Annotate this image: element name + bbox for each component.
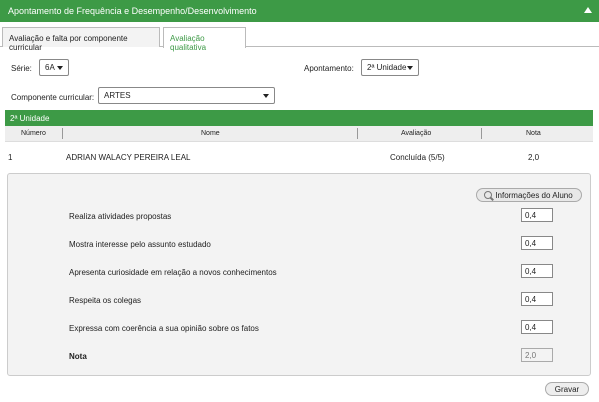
nota-total-label: Nota: [69, 352, 87, 361]
search-icon: [484, 191, 492, 199]
criterion-label: Mostra interesse pelo assunto estudado: [69, 240, 211, 249]
table-row[interactable]: 1 ADRIAN WALACY PEREIRA LEAL Concluída (…: [5, 148, 593, 166]
apontamento-value: 2ª Unidade: [367, 63, 407, 72]
unit-title: 2ª Unidade: [10, 114, 50, 123]
criterion-score-input[interactable]: 0,4: [521, 236, 553, 250]
tab-avaliacao-falta[interactable]: Avaliação e falta por componente curricu…: [2, 27, 160, 52]
row-avaliacao: Concluída (5/5): [390, 153, 445, 162]
serie-value: 6A: [45, 63, 55, 72]
column-divider: [481, 128, 482, 139]
student-info-button[interactable]: Informações do Aluno: [476, 188, 582, 202]
section-header: Apontamento de Frequência e Desempenho/D…: [0, 0, 599, 22]
apontamento-label: Apontamento:: [304, 64, 354, 73]
serie-select[interactable]: 6A: [39, 59, 69, 76]
save-button[interactable]: Gravar: [545, 382, 589, 396]
criterion-label: Apresenta curiosidade em relação a novos…: [69, 268, 277, 277]
row-numero: 1: [8, 153, 13, 162]
apontamento-select[interactable]: 2ª Unidade: [361, 59, 419, 76]
col-header-avaliacao[interactable]: Avaliação: [401, 130, 431, 137]
table-header: Número Nome Avaliação Nota: [5, 126, 593, 142]
criterion-score-input[interactable]: 0,4: [521, 292, 553, 306]
criterion-score-input[interactable]: 0,4: [521, 208, 553, 222]
criterion-score-input[interactable]: 0,4: [521, 264, 553, 278]
tab-bar: Avaliação e falta por componente curricu…: [0, 22, 599, 52]
row-nome: ADRIAN WALACY PEREIRA LEAL: [66, 153, 191, 162]
chevron-down-icon: [57, 66, 63, 70]
componente-label: Componente curricular:: [11, 93, 95, 102]
column-divider: [62, 128, 63, 139]
col-header-numero[interactable]: Número: [21, 130, 46, 137]
tab-avaliacao-qualitativa[interactable]: Avaliação qualitativa: [163, 27, 246, 52]
section-title: Apontamento de Frequência e Desempenho/D…: [8, 6, 257, 16]
nota-total-field: 2,0: [521, 348, 553, 362]
collapse-arrow-icon[interactable]: [584, 7, 592, 13]
unit-header: 2ª Unidade: [5, 110, 593, 126]
col-header-nome[interactable]: Nome: [201, 130, 220, 137]
column-divider: [357, 128, 358, 139]
chevron-down-icon: [407, 66, 413, 70]
criterion-label: Realiza atividades propostas: [69, 212, 172, 221]
student-info-label: Informações do Aluno: [495, 191, 573, 200]
row-nota: 2,0: [528, 153, 540, 162]
criterion-label: Respeita os colegas: [69, 296, 142, 305]
chevron-down-icon: [263, 94, 269, 98]
criterion-label: Expressa com coerência a sua opinião sob…: [69, 324, 259, 333]
serie-label: Série:: [11, 64, 32, 73]
criterion-score-input[interactable]: 0,4: [521, 320, 553, 334]
componente-select[interactable]: ARTES: [98, 87, 275, 104]
componente-value: ARTES: [104, 91, 131, 100]
col-header-nota[interactable]: Nota: [526, 130, 541, 137]
student-evaluation-panel: Informações do Aluno Realiza atividades …: [7, 173, 591, 376]
